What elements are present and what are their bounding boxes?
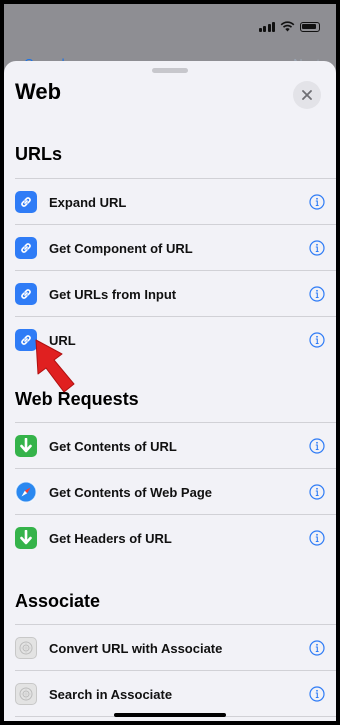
section-header-associate: Associate — [15, 591, 101, 611]
info-icon[interactable] — [309, 194, 325, 210]
info-icon[interactable] — [309, 640, 325, 656]
safari-icon — [15, 481, 37, 503]
section-header-urls: URLs — [15, 144, 63, 164]
link-icon — [15, 283, 37, 305]
action-label: Search in Associate — [49, 686, 173, 702]
red-pointer-arrow-icon — [35, 339, 75, 393]
download-arrow-icon — [15, 527, 37, 549]
action-row-get-contents-of-web-page[interactable]: Get Contents of Web Page — [15, 468, 336, 515]
close-button[interactable] — [293, 81, 321, 109]
action-label: Get URLs from Input — [49, 286, 177, 302]
wifi-icon — [280, 21, 295, 32]
close-icon — [302, 90, 312, 100]
info-icon[interactable] — [309, 240, 325, 256]
action-row-expand-url[interactable]: Expand URL — [15, 178, 336, 225]
associate-app-icon — [15, 683, 37, 705]
link-icon — [15, 237, 37, 259]
info-icon[interactable] — [309, 286, 325, 302]
associate-app-icon — [15, 637, 37, 659]
action-label: Get Contents of Web Page — [49, 484, 212, 500]
action-label: Get Contents of URL — [49, 438, 177, 454]
info-icon[interactable] — [309, 686, 325, 702]
action-row-get-contents-of-url[interactable]: Get Contents of URL — [15, 422, 336, 469]
action-label: Get Headers of URL — [49, 530, 172, 546]
signal-icon — [258, 21, 275, 32]
action-label: Convert URL with Associate — [49, 640, 223, 656]
info-icon[interactable] — [309, 438, 325, 454]
link-icon — [15, 191, 37, 213]
battery-icon — [300, 21, 320, 32]
info-icon[interactable] — [309, 530, 325, 546]
action-row-get-headers-of-url[interactable]: Get Headers of URL — [15, 514, 336, 561]
action-row-get-component-of-url[interactable]: Get Component of URL — [15, 224, 336, 271]
sheet-title: Web — [15, 79, 62, 104]
sheet-grabber[interactable] — [152, 68, 188, 73]
home-indicator — [114, 713, 226, 717]
action-row-convert-url-with-associate[interactable]: Convert URL with Associate — [15, 624, 336, 671]
action-label: Expand URL — [49, 194, 127, 210]
action-row-search-in-associate[interactable]: Search in Associate — [15, 670, 336, 717]
action-label: Get Component of URL — [49, 240, 193, 256]
info-icon[interactable] — [309, 484, 325, 500]
info-icon[interactable] — [309, 332, 325, 348]
action-row-get-urls-from-input[interactable]: Get URLs from Input — [15, 270, 336, 317]
download-arrow-icon — [15, 435, 37, 457]
status-bar — [4, 4, 336, 44]
